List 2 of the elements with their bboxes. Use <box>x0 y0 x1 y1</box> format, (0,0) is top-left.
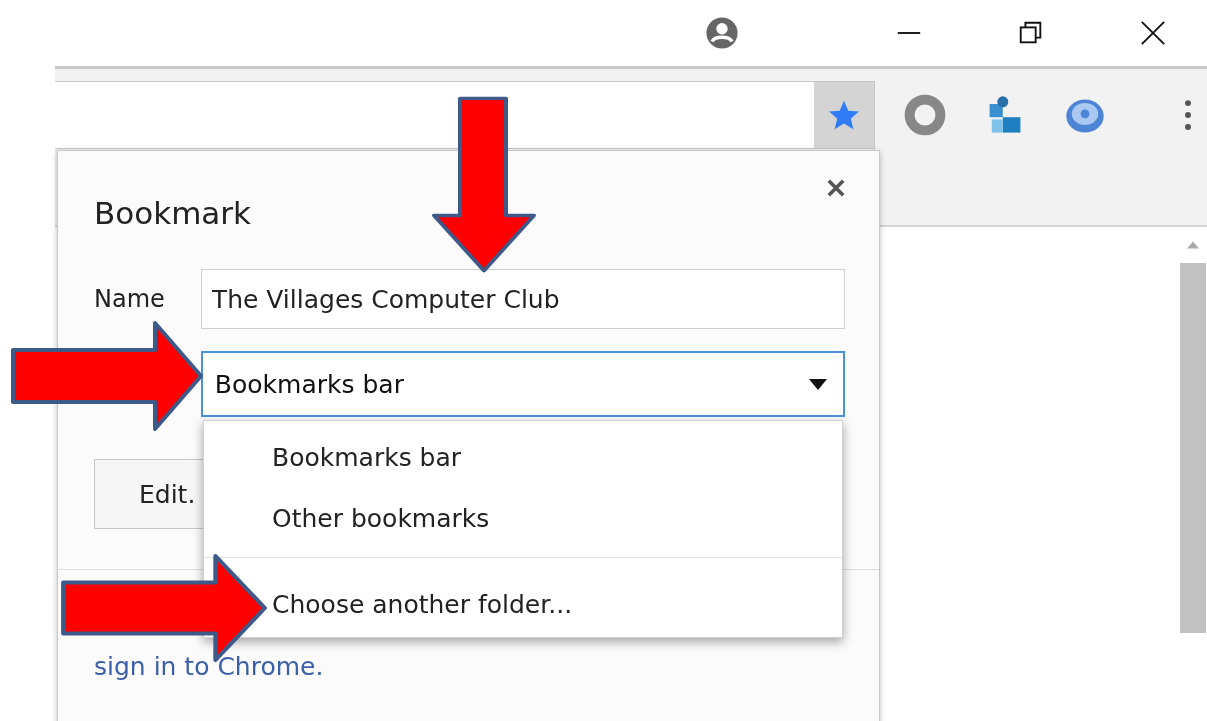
dialog-title: Bookmark <box>94 195 252 231</box>
name-label: Name <box>94 285 166 313</box>
